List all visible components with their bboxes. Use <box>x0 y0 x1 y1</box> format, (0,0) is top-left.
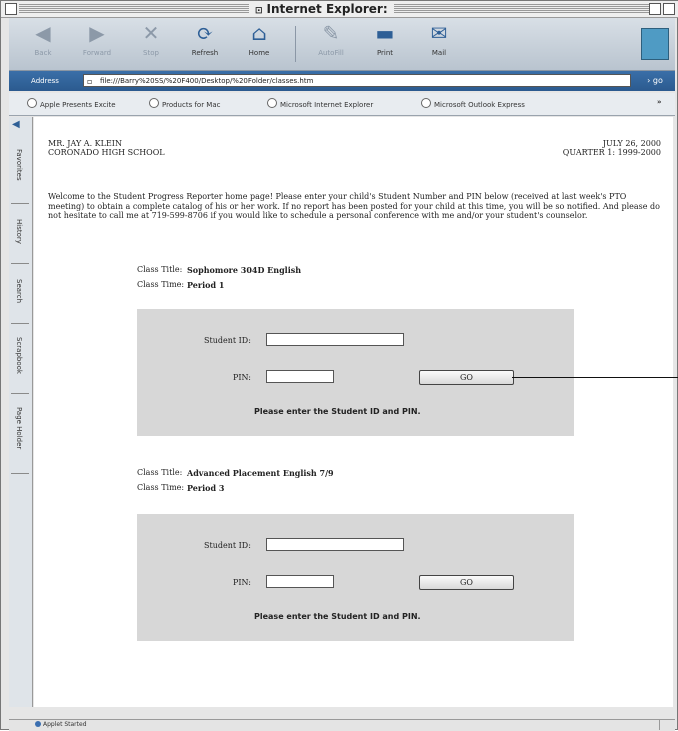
quarter-label: QUARTER 1: 1999-2000 <box>562 148 661 157</box>
callout-line <box>512 377 678 378</box>
print-button[interactable]: ▬ Print <box>363 21 407 67</box>
student-id-label: Student ID: <box>204 541 251 550</box>
home-icon: ⌂ <box>251 21 267 45</box>
address-input[interactable]: ▫ file:///Barry%20SS/%20F400/Desktop/%20… <box>83 74 631 87</box>
favorite-microsoft-ie[interactable]: Microsoft Internet Explorer <box>267 98 373 109</box>
refresh-button[interactable]: ⟳ Refresh <box>183 21 227 67</box>
title-bar[interactable]: ⊡ Internet Explorer: <box>1 1 678 18</box>
favorites-bar: Apple Presents Excite Products for Mac M… <box>9 93 675 116</box>
autofill-button[interactable]: ✎ AutoFill <box>309 21 353 67</box>
stop-button[interactable]: ✕ Stop <box>129 21 173 67</box>
class-title-label: Class Title: <box>137 468 183 477</box>
class-time-label: Class Time: <box>137 280 185 289</box>
forward-arrow-icon: ▶ <box>89 21 105 45</box>
browser-window: ⊡ Internet Explorer: ◀ Back ▶ Forward ✕ S… <box>0 0 678 731</box>
back-arrow-icon: ◀ <box>35 21 51 45</box>
status-text: Applet Started <box>43 721 87 728</box>
class-title-label: Class Title: <box>137 265 183 274</box>
school-name: CORONADO HIGH SCHOOL <box>48 148 165 157</box>
class-time: Period 3 <box>187 483 225 493</box>
back-button[interactable]: ◀ Back <box>21 21 65 67</box>
globe-icon <box>267 98 277 108</box>
forward-button[interactable]: ▶ Forward <box>75 21 119 67</box>
autofill-pen-icon: ✎ <box>322 21 340 45</box>
sidebar-tab-page-holder[interactable]: Page Holder <box>11 393 29 474</box>
intro-paragraph: Welcome to the Student Progress Reporter… <box>48 192 660 220</box>
home-button[interactable]: ⌂ Home <box>237 21 281 67</box>
java-status-icon <box>35 721 41 727</box>
go-submit-button[interactable]: GO <box>419 575 514 590</box>
go-arrow-icon: › <box>647 76 651 85</box>
sidebar-tab-favorites[interactable]: Favorites <box>11 133 29 204</box>
stop-x-icon: ✕ <box>142 21 160 45</box>
page-date: JULY 26, 2000 <box>602 139 661 148</box>
window-title: ⊡ Internet Explorer: <box>249 2 394 16</box>
pin-input[interactable] <box>266 370 334 383</box>
toolbar-separator <box>295 26 296 62</box>
address-label: Address <box>31 77 59 85</box>
ie-logo-icon <box>641 28 669 60</box>
class-time-label: Class Time: <box>137 483 185 492</box>
printer-icon: ▬ <box>375 21 395 45</box>
resize-grip-icon[interactable] <box>659 720 674 730</box>
globe-icon <box>27 98 37 108</box>
explorer-sidebar: ◀ Favorites History Search Scrapbook Pag… <box>9 117 33 707</box>
favorite-outlook-express[interactable]: Microsoft Outlook Express <box>421 98 525 109</box>
mail-button[interactable]: ✉ Mail <box>417 21 461 67</box>
close-box[interactable] <box>5 3 17 15</box>
go-button[interactable]: › go <box>639 74 671 88</box>
zoom-box[interactable] <box>649 3 661 15</box>
form-message: Please enter the Student ID and PIN. <box>254 407 421 416</box>
class-title: Advanced Placement English 7/9 <box>187 468 334 478</box>
ie-icon: ⊡ <box>255 6 263 16</box>
teacher-name: MR. JAY A. KLEIN <box>48 139 122 148</box>
class-time: Period 1 <box>187 280 225 290</box>
page-icon: ▫ <box>87 77 93 86</box>
sidebar-tab-scrapbook[interactable]: Scrapbook <box>11 323 29 394</box>
globe-icon <box>421 98 431 108</box>
pin-input[interactable] <box>266 575 334 588</box>
toolbar: ◀ Back ▶ Forward ✕ Stop ⟳ Refresh ⌂ Home… <box>9 18 675 71</box>
favorite-products-for-mac[interactable]: Products for Mac <box>149 98 220 109</box>
student-id-input[interactable] <box>266 333 404 346</box>
sidebar-tab-search[interactable]: Search <box>11 263 29 324</box>
pin-label: PIN: <box>233 578 251 587</box>
refresh-icon: ⟳ <box>196 21 214 45</box>
status-bar: Applet Started <box>9 719 675 731</box>
more-favorites-chevron-icon[interactable]: » <box>657 98 662 106</box>
form-message: Please enter the Student ID and PIN. <box>254 612 421 621</box>
page-content: MR. JAY A. KLEIN CORONADO HIGH SCHOOL JU… <box>34 117 673 707</box>
collapse-box[interactable] <box>663 3 675 15</box>
student-id-input[interactable] <box>266 538 404 551</box>
login-form: Student ID: PIN: GO Please enter the Stu… <box>137 309 574 436</box>
student-id-label: Student ID: <box>204 336 251 345</box>
sidebar-tab-history[interactable]: History <box>11 203 29 264</box>
globe-icon <box>149 98 159 108</box>
pin-label: PIN: <box>233 373 251 382</box>
go-submit-button[interactable]: GO <box>419 370 514 385</box>
sidebar-toggle-icon[interactable]: ◀ <box>12 119 20 130</box>
mail-icon: ✉ <box>430 21 448 45</box>
favorite-apple-excite[interactable]: Apple Presents Excite <box>27 98 116 109</box>
login-form: Student ID: PIN: GO Please enter the Stu… <box>137 514 574 641</box>
class-title: Sophomore 304D English <box>187 265 302 275</box>
address-bar: Address ▫ file:///Barry%20SS/%20F400/Des… <box>9 71 675 91</box>
